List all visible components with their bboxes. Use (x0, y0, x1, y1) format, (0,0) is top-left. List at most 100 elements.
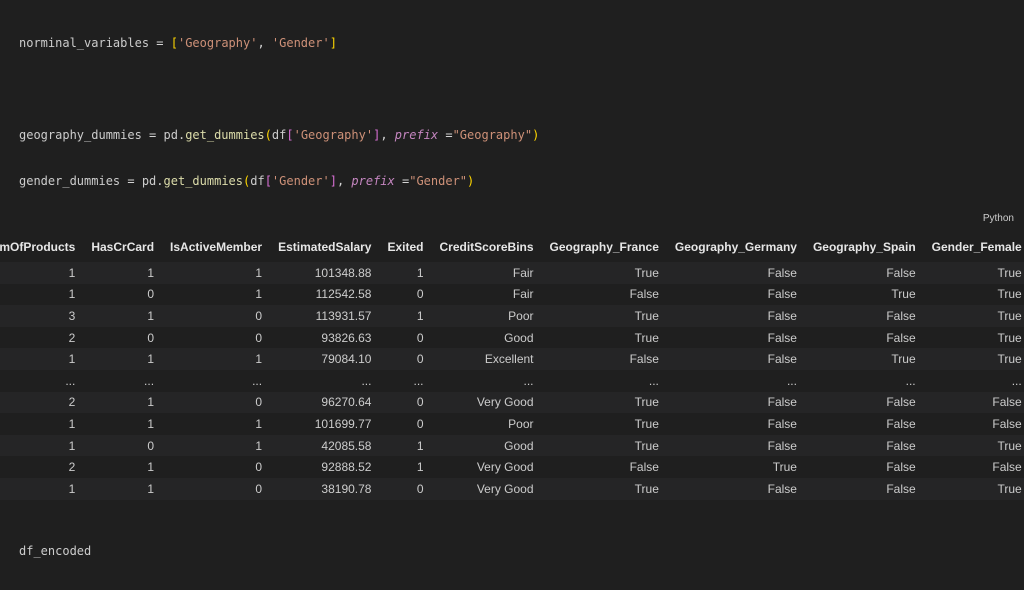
table-cell: 92888.52 (321, 460, 372, 475)
column-header: Exited (387, 240, 424, 254)
table-cell: 1 (255, 352, 263, 367)
column-header: Geography_France (549, 240, 659, 254)
table-cell: 0 (416, 416, 424, 431)
code-line[interactable]: norminal_variables = ['Geography', 'Gend… (19, 36, 539, 51)
table-cell: 112542.58 (315, 287, 372, 302)
table-cell: 1 (68, 287, 76, 302)
table-cell: Good (504, 330, 534, 345)
dataframe-table: umOfProducts HasCrCard IsActiveMember Estim… (0, 232, 1024, 500)
table-cell: 1 (147, 460, 155, 475)
table-cell: 79084.10 (321, 352, 372, 367)
table-cell: 0 (255, 308, 263, 323)
table-cell: True (997, 287, 1022, 302)
table-cell: Fair (512, 287, 534, 302)
table-cell: 1 (68, 438, 76, 453)
table-cell: 113931.57 (315, 308, 372, 323)
table-cell: False (767, 265, 797, 280)
table-cell: 1 (147, 416, 155, 431)
code-line[interactable]: df_encoded (19, 544, 539, 559)
table-cell: False (992, 395, 1022, 410)
table-cell: 1 (255, 416, 263, 431)
table-cell: False (886, 265, 916, 280)
column-header: Geography_Germany (674, 240, 797, 254)
table-cell: Very Good (476, 481, 534, 496)
table-cell: False (767, 416, 797, 431)
table-cell: ... (252, 373, 263, 388)
column-header: Geography_Spain (812, 240, 916, 254)
table-cell: 101348.88 (314, 265, 372, 280)
table-cell: 1 (68, 481, 76, 496)
table-cell: True (634, 265, 659, 280)
table-cell: False (992, 460, 1022, 475)
table-cell: 0 (147, 287, 155, 302)
table-cell: 1 (147, 308, 155, 323)
table-cell: False (886, 308, 916, 323)
column-header: umOfProducts (0, 240, 76, 254)
table-row: ................................. (0, 369, 1024, 392)
table-cell: ... (523, 373, 534, 388)
table-cell: 1 (68, 352, 76, 367)
table-cell: True (634, 308, 659, 323)
code-line[interactable] (19, 82, 539, 97)
table-cell: False (629, 352, 659, 367)
table-cell: True (634, 438, 659, 453)
table-cell: 3 (68, 308, 76, 323)
table-cell: False (767, 481, 797, 496)
table-cell: 38190.78 (321, 481, 372, 496)
table-cell: ... (648, 373, 659, 388)
table-cell: 0 (255, 481, 263, 496)
table-row: 2 1 0 96270.64 0 Very Good True False False False… (0, 391, 1024, 414)
table-cell: ... (144, 373, 155, 388)
table-cell: ... (905, 373, 916, 388)
table-cell: False (886, 416, 916, 431)
table-cell: 1 (68, 416, 76, 431)
table-cell: False (886, 460, 916, 475)
table-cell: 0 (255, 395, 263, 410)
table-cell: 0 (147, 330, 155, 345)
table-cell: False (767, 395, 797, 410)
table-cell: False (767, 330, 797, 345)
table-cell: False (886, 481, 916, 496)
table-cell: 0 (416, 481, 424, 496)
table-cell: True (997, 265, 1022, 280)
table-cell: True (997, 308, 1022, 323)
table-cell: 1 (255, 438, 263, 453)
table-cell: 0 (416, 395, 424, 410)
table-cell: False (886, 330, 916, 345)
language-indicator[interactable]: Python (983, 213, 1014, 224)
code-cell[interactable]: norminal_variables = ['Geography', 'Gend… (0, 0, 1024, 558)
table-cell: False (767, 308, 797, 323)
table-cell: ... (1011, 373, 1022, 388)
table-cell: Poor (508, 416, 534, 431)
table-cell: Excellent (484, 352, 534, 367)
table-cell: False (767, 352, 797, 367)
table-cell: 93826.63 (321, 330, 372, 345)
table-cell: False (886, 438, 916, 453)
table-cell: 0 (416, 287, 424, 302)
table-cell: 0 (416, 352, 424, 367)
table-cell: False (767, 438, 797, 453)
table-row: 11038190.780Very GoodTrueFalseFalseTrueF… (0, 477, 1024, 500)
table-cell: 1 (68, 265, 76, 280)
table-cell: 2 (68, 395, 76, 410)
table-row: 20093826.630GoodTrueFalseFalseTrueFalse (0, 326, 1024, 349)
table-cell: 1 (147, 265, 155, 280)
table-cell: ... (413, 373, 424, 388)
table-header-row: umOfProducts HasCrCard IsActiveMember Estim… (0, 232, 1024, 262)
table-cell: True (891, 352, 916, 367)
table-cell: True (997, 438, 1022, 453)
column-header: Gender_Female (931, 240, 1022, 254)
table-row: 111101348.881FairTrueFalseFalseTrueFalse (0, 262, 1024, 284)
table-cell: 1 (416, 265, 424, 280)
table-cell: Very Good (476, 460, 534, 475)
column-header: CreditScoreBins (439, 240, 534, 254)
table-row: 11179084.100ExcellentFalseFalseTrueTrueF… (0, 348, 1024, 370)
table-cell: True (634, 481, 659, 496)
code-line[interactable]: geography_dummies = pd.get_dummies(df['G… (19, 128, 539, 143)
table-cell: ... (786, 373, 797, 388)
code-line[interactable]: gender_dummies = pd.get_dummies(df['Gend… (19, 174, 539, 189)
table-cell: 0 (255, 460, 263, 475)
table-cell: 1 (416, 308, 424, 323)
table-cell: Fair (512, 265, 534, 280)
table-cell: Poor (508, 308, 534, 323)
